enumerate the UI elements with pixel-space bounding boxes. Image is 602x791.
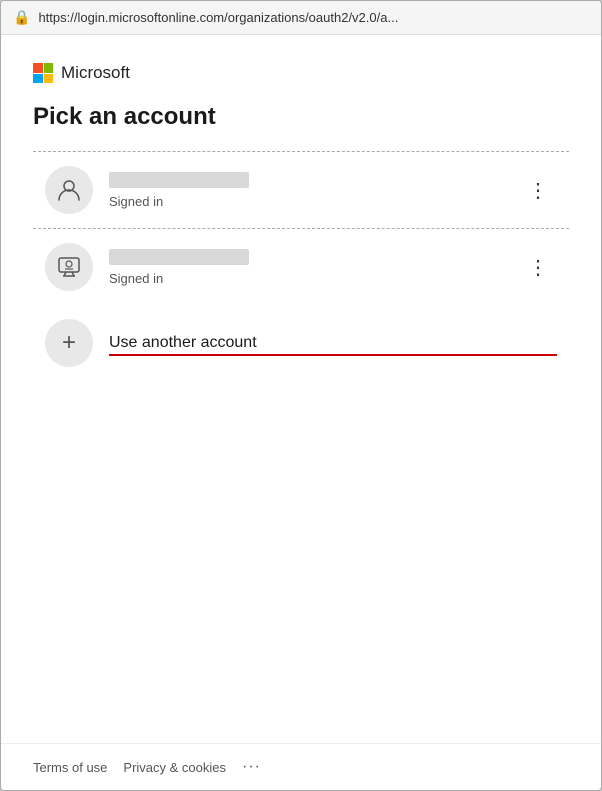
account-item-1[interactable]: Signed in ⋮ [33, 152, 569, 229]
use-another-label: Use another account [109, 334, 557, 352]
use-another-account-item[interactable]: + Use another account [33, 305, 569, 381]
ms-logo-blue [33, 74, 43, 84]
account-info-1: Signed in [109, 172, 520, 209]
account-status-2: Signed in [109, 271, 520, 286]
ms-logo: Microsoft [33, 63, 569, 83]
use-another-avatar: + [45, 319, 93, 367]
lock-icon: 🔒 [13, 9, 30, 26]
browser-window: 🔒 https://login.microsoftonline.com/orga… [0, 0, 602, 791]
footer: Terms of use Privacy & cookies ··· [1, 743, 601, 790]
ms-logo-yellow [44, 74, 54, 84]
privacy-cookies-link[interactable]: Privacy & cookies [123, 760, 226, 775]
spacer [33, 381, 569, 715]
account-status-1: Signed in [109, 194, 520, 209]
ms-logo-red [33, 63, 43, 73]
person-icon [55, 176, 83, 204]
account-name-redacted-1 [109, 172, 249, 188]
accounts-list: Signed in ⋮ S [33, 151, 569, 381]
ms-logo-green [44, 63, 54, 73]
account-avatar-2 [45, 243, 93, 291]
account-name-redacted-2 [109, 249, 249, 265]
page-title: Pick an account [33, 103, 569, 131]
ms-logo-grid [33, 63, 53, 83]
page-content: Microsoft Pick an account Signed in ⋮ [1, 35, 601, 743]
account-more-button-2[interactable]: ⋮ [520, 251, 557, 284]
footer-more-button[interactable]: ··· [242, 758, 261, 776]
account-more-button-1[interactable]: ⋮ [520, 174, 557, 207]
plus-icon: + [62, 329, 76, 357]
account-item-2[interactable]: Signed in ⋮ [33, 229, 569, 305]
account-avatar-1 [45, 166, 93, 214]
use-another-info: Use another account [109, 334, 557, 352]
url-text: https://login.microsoftonline.com/organi… [38, 10, 589, 25]
ms-logo-text: Microsoft [61, 63, 130, 83]
account-info-2: Signed in [109, 249, 520, 286]
address-bar: 🔒 https://login.microsoftonline.com/orga… [1, 1, 601, 35]
badge-icon [55, 253, 83, 281]
terms-of-use-link[interactable]: Terms of use [33, 760, 107, 775]
